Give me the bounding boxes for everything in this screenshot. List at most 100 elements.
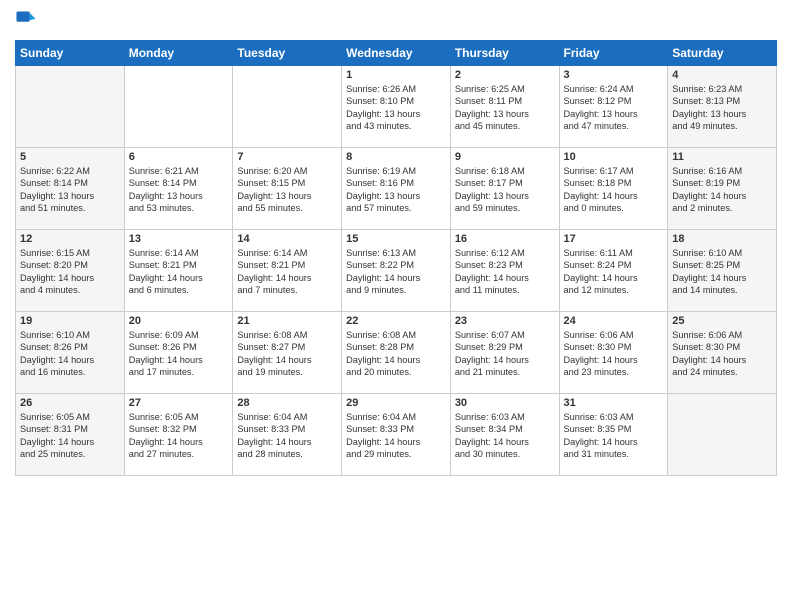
day-info: Sunrise: 6:19 AM Sunset: 8:16 PM Dayligh… [346,165,446,215]
day-info: Sunrise: 6:10 AM Sunset: 8:26 PM Dayligh… [20,329,120,379]
day-number: 21 [237,315,337,327]
day-cell: 8 Sunrise: 6:19 AM Sunset: 8:16 PM Daylig… [342,148,451,230]
day-cell: 5 Sunrise: 6:22 AM Sunset: 8:14 PM Daylig… [16,148,125,230]
day-cell [668,394,777,476]
day-cell: 13 Sunrise: 6:14 AM Sunset: 8:21 PM Dayli… [124,230,233,312]
logo-icon [15,10,37,32]
day-info: Sunrise: 6:06 AM Sunset: 8:30 PM Dayligh… [564,329,664,379]
day-info: Sunrise: 6:22 AM Sunset: 8:14 PM Dayligh… [20,165,120,215]
day-cell: 20 Sunrise: 6:09 AM Sunset: 8:26 PM Dayli… [124,312,233,394]
day-number: 23 [455,315,555,327]
day-info: Sunrise: 6:08 AM Sunset: 8:28 PM Dayligh… [346,329,446,379]
day-info: Sunrise: 6:25 AM Sunset: 8:11 PM Dayligh… [455,83,555,133]
day-info: Sunrise: 6:09 AM Sunset: 8:26 PM Dayligh… [129,329,229,379]
calendar-page: SundayMondayTuesdayWednesdayThursdayFrid… [0,0,792,612]
week-row-2: 5 Sunrise: 6:22 AM Sunset: 8:14 PM Daylig… [16,148,777,230]
day-number: 25 [672,315,772,327]
day-info: Sunrise: 6:14 AM Sunset: 8:21 PM Dayligh… [129,247,229,297]
day-cell: 3Sunrise: 6:24 AM Sunset: 8:12 PM Daylig… [559,66,668,148]
day-number: 27 [129,397,229,409]
day-cell: 16 Sunrise: 6:12 AM Sunset: 8:23 PM Dayli… [450,230,559,312]
day-number: 22 [346,315,446,327]
day-number: 30 [455,397,555,409]
day-cell: 9 Sunrise: 6:18 AM Sunset: 8:17 PM Daylig… [450,148,559,230]
col-header-monday: Monday [124,41,233,66]
day-cell: 22 Sunrise: 6:08 AM Sunset: 8:28 PM Dayli… [342,312,451,394]
day-info: Sunrise: 6:07 AM Sunset: 8:29 PM Dayligh… [455,329,555,379]
day-cell: 30 Sunrise: 6:03 AM Sunset: 8:34 PM Dayli… [450,394,559,476]
day-cell [16,66,125,148]
day-info: Sunrise: 6:08 AM Sunset: 8:27 PM Dayligh… [237,329,337,379]
day-info: Sunrise: 6:03 AM Sunset: 8:34 PM Dayligh… [455,411,555,461]
day-info: Sunrise: 6:06 AM Sunset: 8:30 PM Dayligh… [672,329,772,379]
week-row-1: 1Sunrise: 6:26 AM Sunset: 8:10 PM Daylig… [16,66,777,148]
day-info: Sunrise: 6:14 AM Sunset: 8:21 PM Dayligh… [237,247,337,297]
day-cell: 26 Sunrise: 6:05 AM Sunset: 8:31 PM Dayli… [16,394,125,476]
day-number: 2 [455,69,555,81]
day-cell: 19 Sunrise: 6:10 AM Sunset: 8:26 PM Dayli… [16,312,125,394]
day-cell [233,66,342,148]
day-cell: 1Sunrise: 6:26 AM Sunset: 8:10 PM Daylig… [342,66,451,148]
day-info: Sunrise: 6:10 AM Sunset: 8:25 PM Dayligh… [672,247,772,297]
day-cell: 18 Sunrise: 6:10 AM Sunset: 8:25 PM Dayli… [668,230,777,312]
day-cell: 31 Sunrise: 6:03 AM Sunset: 8:35 PM Dayli… [559,394,668,476]
calendar-table: SundayMondayTuesdayWednesdayThursdayFrid… [15,40,777,476]
day-number: 9 [455,151,555,163]
day-number: 16 [455,233,555,245]
day-cell: 6Sunrise: 6:21 AM Sunset: 8:14 PM Daylig… [124,148,233,230]
day-info: Sunrise: 6:05 AM Sunset: 8:31 PM Dayligh… [20,411,120,461]
col-header-saturday: Saturday [668,41,777,66]
logo [15,10,39,32]
day-cell: 15 Sunrise: 6:13 AM Sunset: 8:22 PM Dayli… [342,230,451,312]
day-number: 31 [564,397,664,409]
day-cell: 12Sunrise: 6:15 AM Sunset: 8:20 PM Dayli… [16,230,125,312]
col-header-friday: Friday [559,41,668,66]
day-cell: 23 Sunrise: 6:07 AM Sunset: 8:29 PM Dayli… [450,312,559,394]
day-cell: 21 Sunrise: 6:08 AM Sunset: 8:27 PM Dayli… [233,312,342,394]
day-number: 7 [237,151,337,163]
col-header-tuesday: Tuesday [233,41,342,66]
day-number: 3 [564,69,664,81]
day-cell: 4 Sunrise: 6:23 AM Sunset: 8:13 PM Daylig… [668,66,777,148]
week-row-5: 26 Sunrise: 6:05 AM Sunset: 8:31 PM Dayli… [16,394,777,476]
day-cell: 11 Sunrise: 6:16 AM Sunset: 8:19 PM Dayli… [668,148,777,230]
day-number: 20 [129,315,229,327]
day-info: Sunrise: 6:21 AM Sunset: 8:14 PM Dayligh… [129,165,229,215]
day-number: 5 [20,151,120,163]
day-number: 10 [564,151,664,163]
column-headers: SundayMondayTuesdayWednesdayThursdayFrid… [16,41,777,66]
day-number: 15 [346,233,446,245]
day-cell: 14 Sunrise: 6:14 AM Sunset: 8:21 PM Dayli… [233,230,342,312]
day-number: 18 [672,233,772,245]
day-cell: 7Sunrise: 6:20 AM Sunset: 8:15 PM Daylig… [233,148,342,230]
col-header-wednesday: Wednesday [342,41,451,66]
week-row-4: 19 Sunrise: 6:10 AM Sunset: 8:26 PM Dayli… [16,312,777,394]
day-number: 24 [564,315,664,327]
day-number: 14 [237,233,337,245]
day-number: 26 [20,397,120,409]
day-info: Sunrise: 6:16 AM Sunset: 8:19 PM Dayligh… [672,165,772,215]
day-info: Sunrise: 6:18 AM Sunset: 8:17 PM Dayligh… [455,165,555,215]
day-cell: 24 Sunrise: 6:06 AM Sunset: 8:30 PM Dayli… [559,312,668,394]
day-cell: 29Sunrise: 6:04 AM Sunset: 8:33 PM Dayli… [342,394,451,476]
day-info: Sunrise: 6:13 AM Sunset: 8:22 PM Dayligh… [346,247,446,297]
day-number: 8 [346,151,446,163]
col-header-thursday: Thursday [450,41,559,66]
day-cell: 2 Sunrise: 6:25 AM Sunset: 8:11 PM Daylig… [450,66,559,148]
week-row-3: 12Sunrise: 6:15 AM Sunset: 8:20 PM Dayli… [16,230,777,312]
day-number: 11 [672,151,772,163]
day-info: Sunrise: 6:04 AM Sunset: 8:33 PM Dayligh… [237,411,337,461]
day-number: 12 [20,233,120,245]
day-number: 29 [346,397,446,409]
day-info: Sunrise: 6:12 AM Sunset: 8:23 PM Dayligh… [455,247,555,297]
day-number: 13 [129,233,229,245]
day-number: 4 [672,69,772,81]
day-info: Sunrise: 6:23 AM Sunset: 8:13 PM Dayligh… [672,83,772,133]
day-info: Sunrise: 6:03 AM Sunset: 8:35 PM Dayligh… [564,411,664,461]
header [15,10,777,32]
day-info: Sunrise: 6:17 AM Sunset: 8:18 PM Dayligh… [564,165,664,215]
day-number: 19 [20,315,120,327]
day-cell: 25 Sunrise: 6:06 AM Sunset: 8:30 PM Dayli… [668,312,777,394]
day-cell [124,66,233,148]
day-info: Sunrise: 6:05 AM Sunset: 8:32 PM Dayligh… [129,411,229,461]
